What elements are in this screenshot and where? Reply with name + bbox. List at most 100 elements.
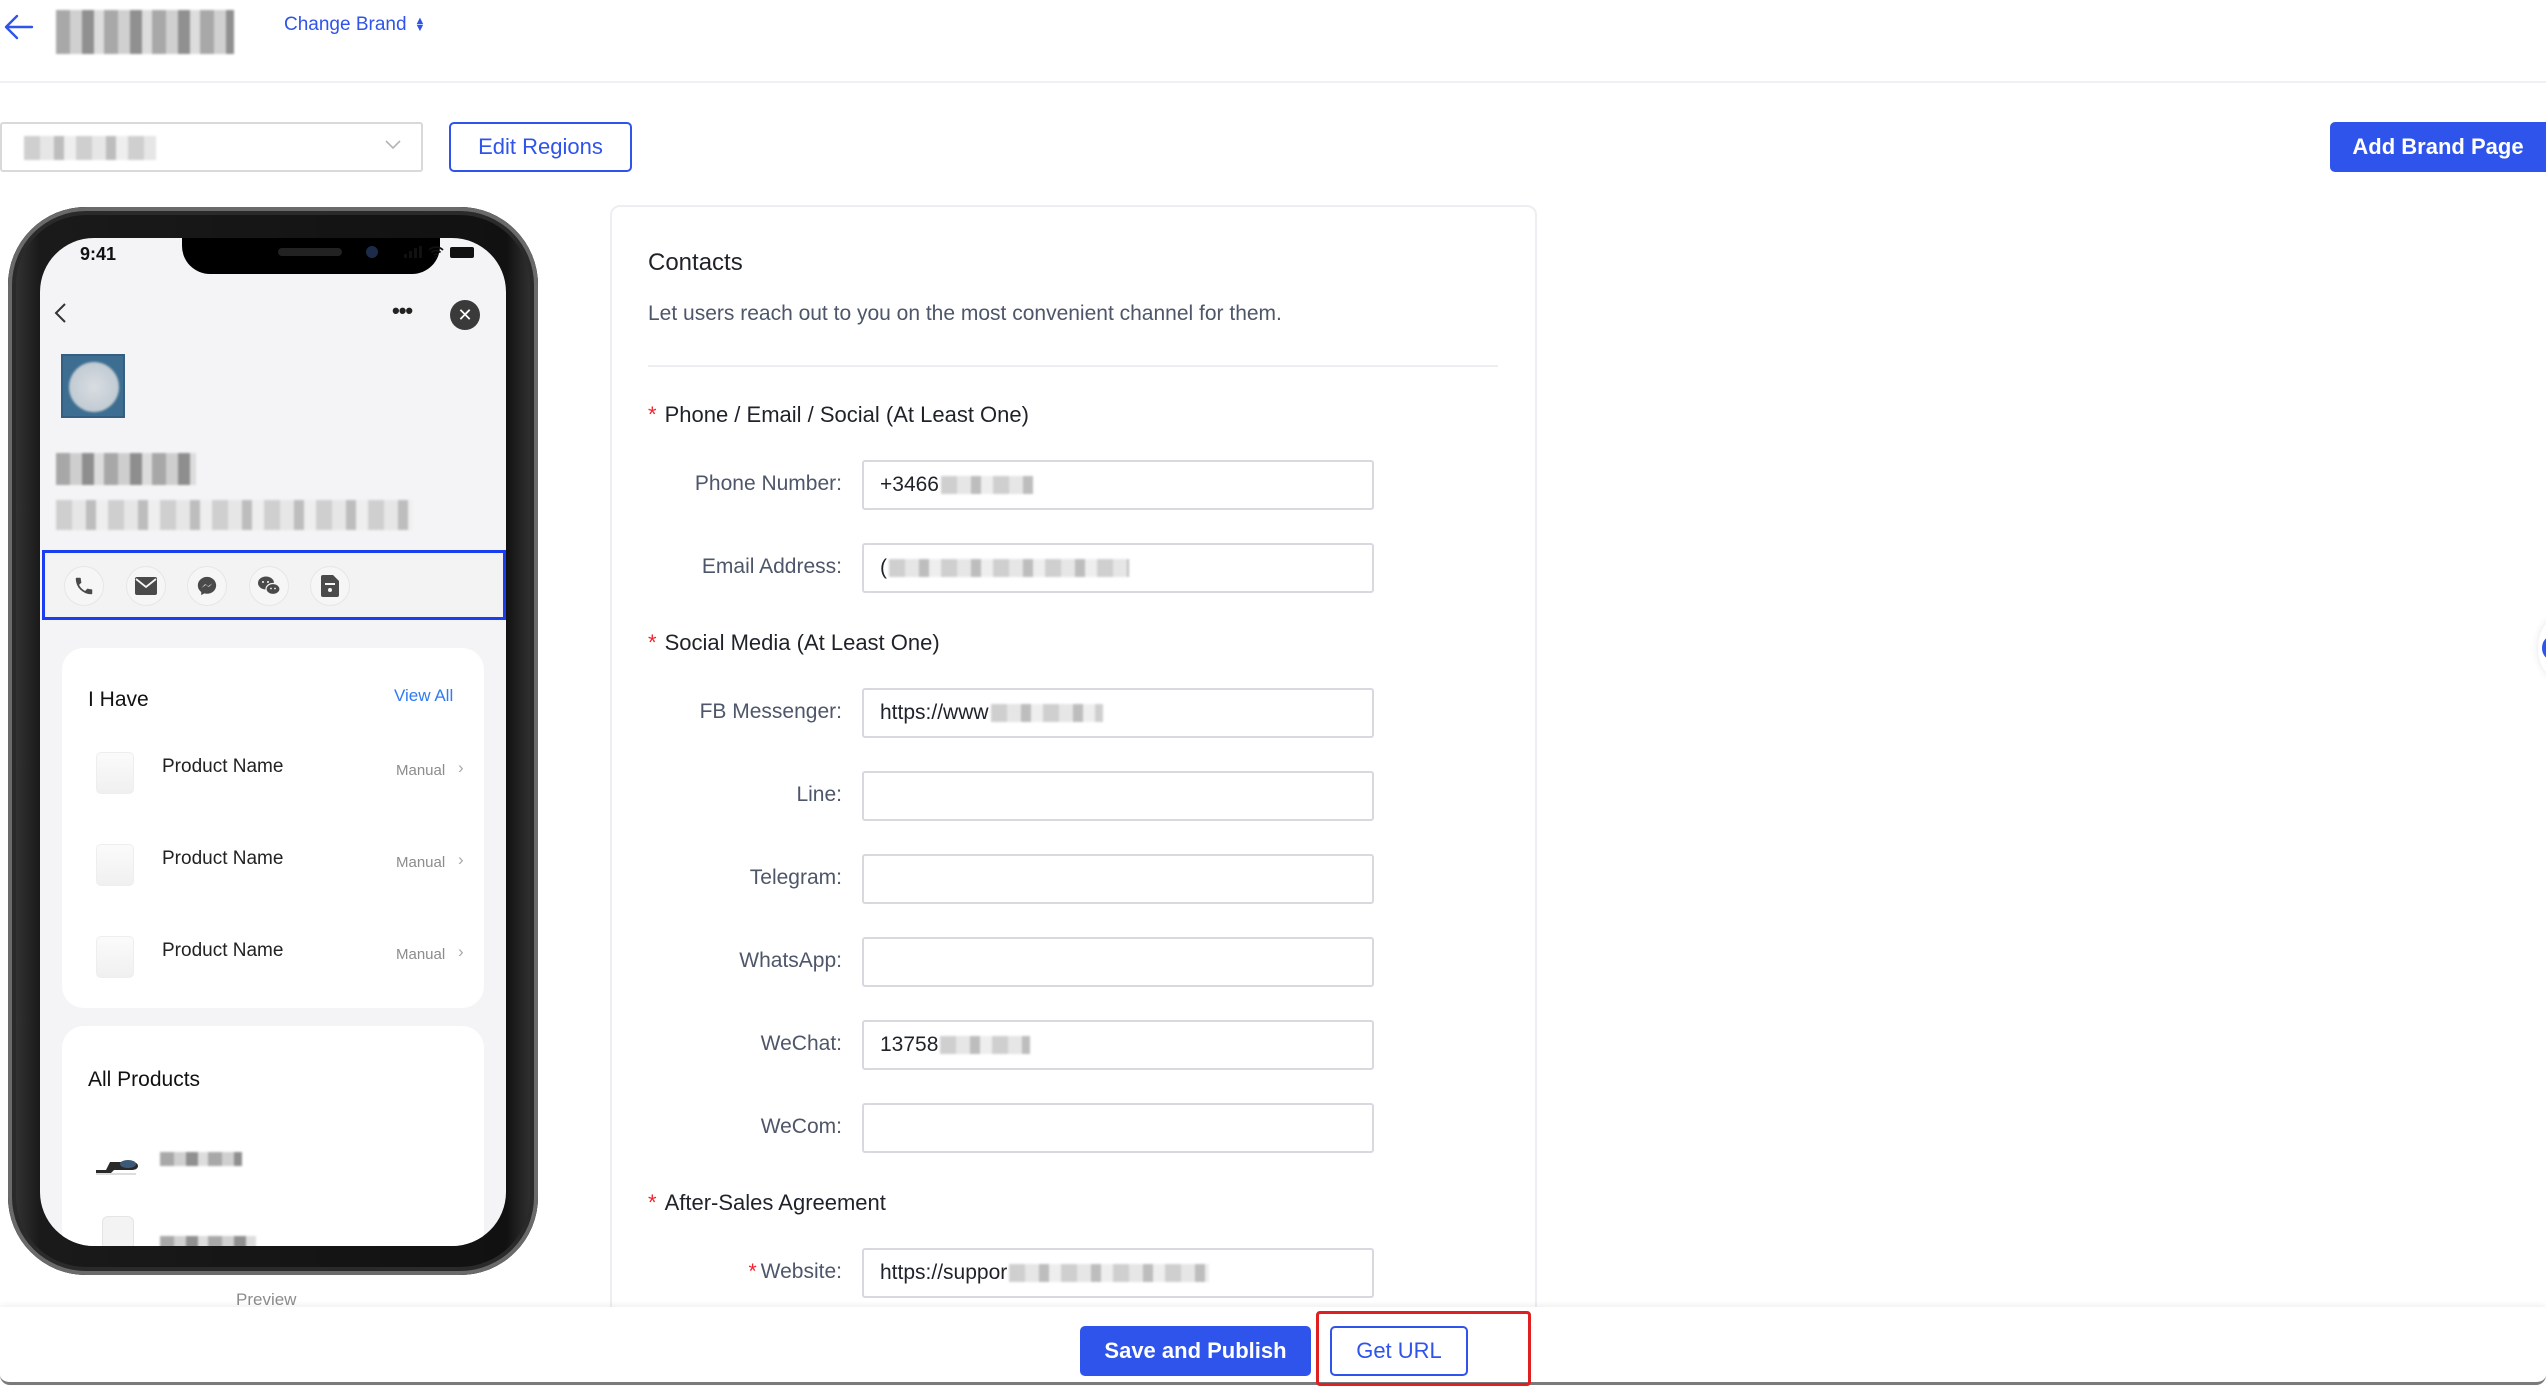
help-icon [2542, 636, 2546, 660]
brand-title-masked [56, 453, 196, 485]
website-label: * Website: [748, 1260, 842, 1283]
contact-icons-row [42, 550, 506, 620]
section-title: Phone / Email / Social (At Least One) [664, 402, 1029, 427]
contact-messenger[interactable] [187, 566, 227, 606]
section-after-sales: * After-Sales Agreement [648, 1190, 886, 1216]
whatsapp-label: WhatsApp: [739, 949, 842, 972]
signal-icon [404, 246, 422, 258]
contacts-form-card [610, 205, 1537, 1325]
email-address-label: Email Address: [701, 555, 842, 578]
product-thumbnail [96, 752, 134, 794]
product-list-item[interactable]: Product Name Manual › [62, 928, 484, 988]
header-divider [0, 81, 2546, 83]
section-title: Social Media (At Least One) [664, 630, 940, 655]
phone-back-icon[interactable] [50, 298, 72, 328]
masked-value [990, 704, 1103, 722]
chevron-right-icon: › [458, 942, 464, 961]
product-action: Manual [396, 854, 446, 871]
contacts-title: Contacts [648, 249, 743, 276]
wifi-icon [428, 246, 444, 258]
brand-logo [61, 354, 125, 418]
product-name: Product Name [162, 940, 284, 961]
masked-value [940, 1036, 1031, 1054]
required-mark: * [648, 630, 657, 655]
phone-number-input[interactable]: +3466 [862, 460, 1374, 510]
product-name: Product Name [162, 848, 284, 869]
line-input[interactable] [862, 771, 1374, 821]
section-title: After-Sales Agreement [664, 1190, 886, 1215]
chevron-right-icon: › [458, 758, 464, 777]
product-thumbnail [96, 936, 134, 978]
phone-preview-screen: 9:41 ••• ✕ I Have View All Product Name [40, 238, 506, 1246]
battery-icon [450, 246, 474, 258]
product-list-item[interactable]: Product Name Manual › [62, 836, 484, 896]
product-action: Manual [396, 946, 446, 963]
form-divider [648, 365, 1498, 367]
contact-email[interactable] [126, 566, 166, 606]
wecom-icon [321, 575, 339, 597]
product-thumbnail [96, 844, 134, 886]
phone-icon [75, 577, 93, 595]
change-brand-label: Change Brand [284, 14, 407, 35]
i-have-title: I Have [88, 688, 149, 711]
required-mark: * [648, 1190, 657, 1215]
product-name-masked [160, 1152, 242, 1166]
status-time: 9:41 [80, 244, 117, 264]
wechat-input[interactable]: 13758 [862, 1020, 1374, 1070]
save-and-publish-button[interactable]: Save and Publish [1080, 1326, 1311, 1376]
section-social-media: * Social Media (At Least One) [648, 630, 940, 656]
section-phone-email-social: * Phone / Email / Social (At Least One) [648, 402, 1029, 428]
wechat-icon [258, 576, 281, 596]
get-url-button[interactable]: Get URL [1330, 1326, 1468, 1376]
product-list-item[interactable]: Product Name Manual › [62, 744, 484, 804]
chevron-right-icon: › [458, 850, 464, 869]
edit-regions-button[interactable]: Edit Regions [449, 122, 632, 172]
brand-subtitle-masked [56, 500, 412, 530]
wecom-label: WeCom: [760, 1115, 842, 1138]
required-mark: * [648, 402, 657, 427]
email-icon [135, 577, 157, 595]
chevron-down-icon [385, 140, 401, 150]
phone-close-icon[interactable]: ✕ [450, 300, 480, 330]
masked-value [889, 559, 1129, 577]
contact-wecom[interactable] [310, 566, 350, 606]
product-name: Product Name [162, 756, 284, 777]
sort-caret-icon: ▲ ▼ [414, 15, 426, 34]
add-brand-page-button[interactable]: Add Brand Page [2330, 122, 2546, 172]
floating-help-button[interactable] [2538, 618, 2546, 678]
line-label: Line: [796, 783, 842, 806]
product-action: Manual [396, 762, 446, 779]
region-select[interactable] [0, 122, 423, 172]
brand-name-masked [56, 10, 234, 54]
phone-more-icon[interactable]: ••• [392, 298, 413, 324]
change-brand-button[interactable]: Change Brand ▲ ▼ [284, 14, 425, 36]
whatsapp-input[interactable] [862, 937, 1374, 987]
messenger-icon [197, 576, 217, 596]
website-input[interactable]: https://suppor [862, 1248, 1374, 1298]
region-select-value-masked [24, 136, 156, 160]
telegram-input[interactable] [862, 854, 1374, 904]
wechat-label: WeChat: [760, 1032, 842, 1055]
email-address-input[interactable]: ( [862, 543, 1374, 593]
masked-value [940, 476, 1033, 494]
product-image [102, 1216, 134, 1246]
product-name-masked [160, 1236, 256, 1246]
contact-phone[interactable] [64, 566, 104, 606]
phone-number-label: Phone Number: [694, 472, 842, 495]
telegram-label: Telegram: [749, 866, 842, 889]
i-have-card: I Have View All Product Name Manual › Pr… [62, 648, 484, 1008]
contacts-description: Let users reach out to you on the most c… [648, 302, 1282, 325]
status-icons [404, 246, 474, 258]
fb-messenger-label: FB Messenger: [699, 700, 842, 723]
masked-value [1009, 1264, 1210, 1282]
view-all-link[interactable]: View All [394, 686, 453, 706]
arrow-left-icon [4, 14, 34, 40]
wecom-input[interactable] [862, 1103, 1374, 1153]
phone-notch [182, 238, 440, 274]
contact-wechat[interactable] [249, 566, 289, 606]
fb-messenger-input[interactable]: https://www [862, 688, 1374, 738]
back-button[interactable] [2, 10, 36, 44]
all-products-card: All Products [62, 1026, 484, 1246]
product-image [96, 1160, 138, 1175]
all-products-title: All Products [88, 1068, 201, 1091]
